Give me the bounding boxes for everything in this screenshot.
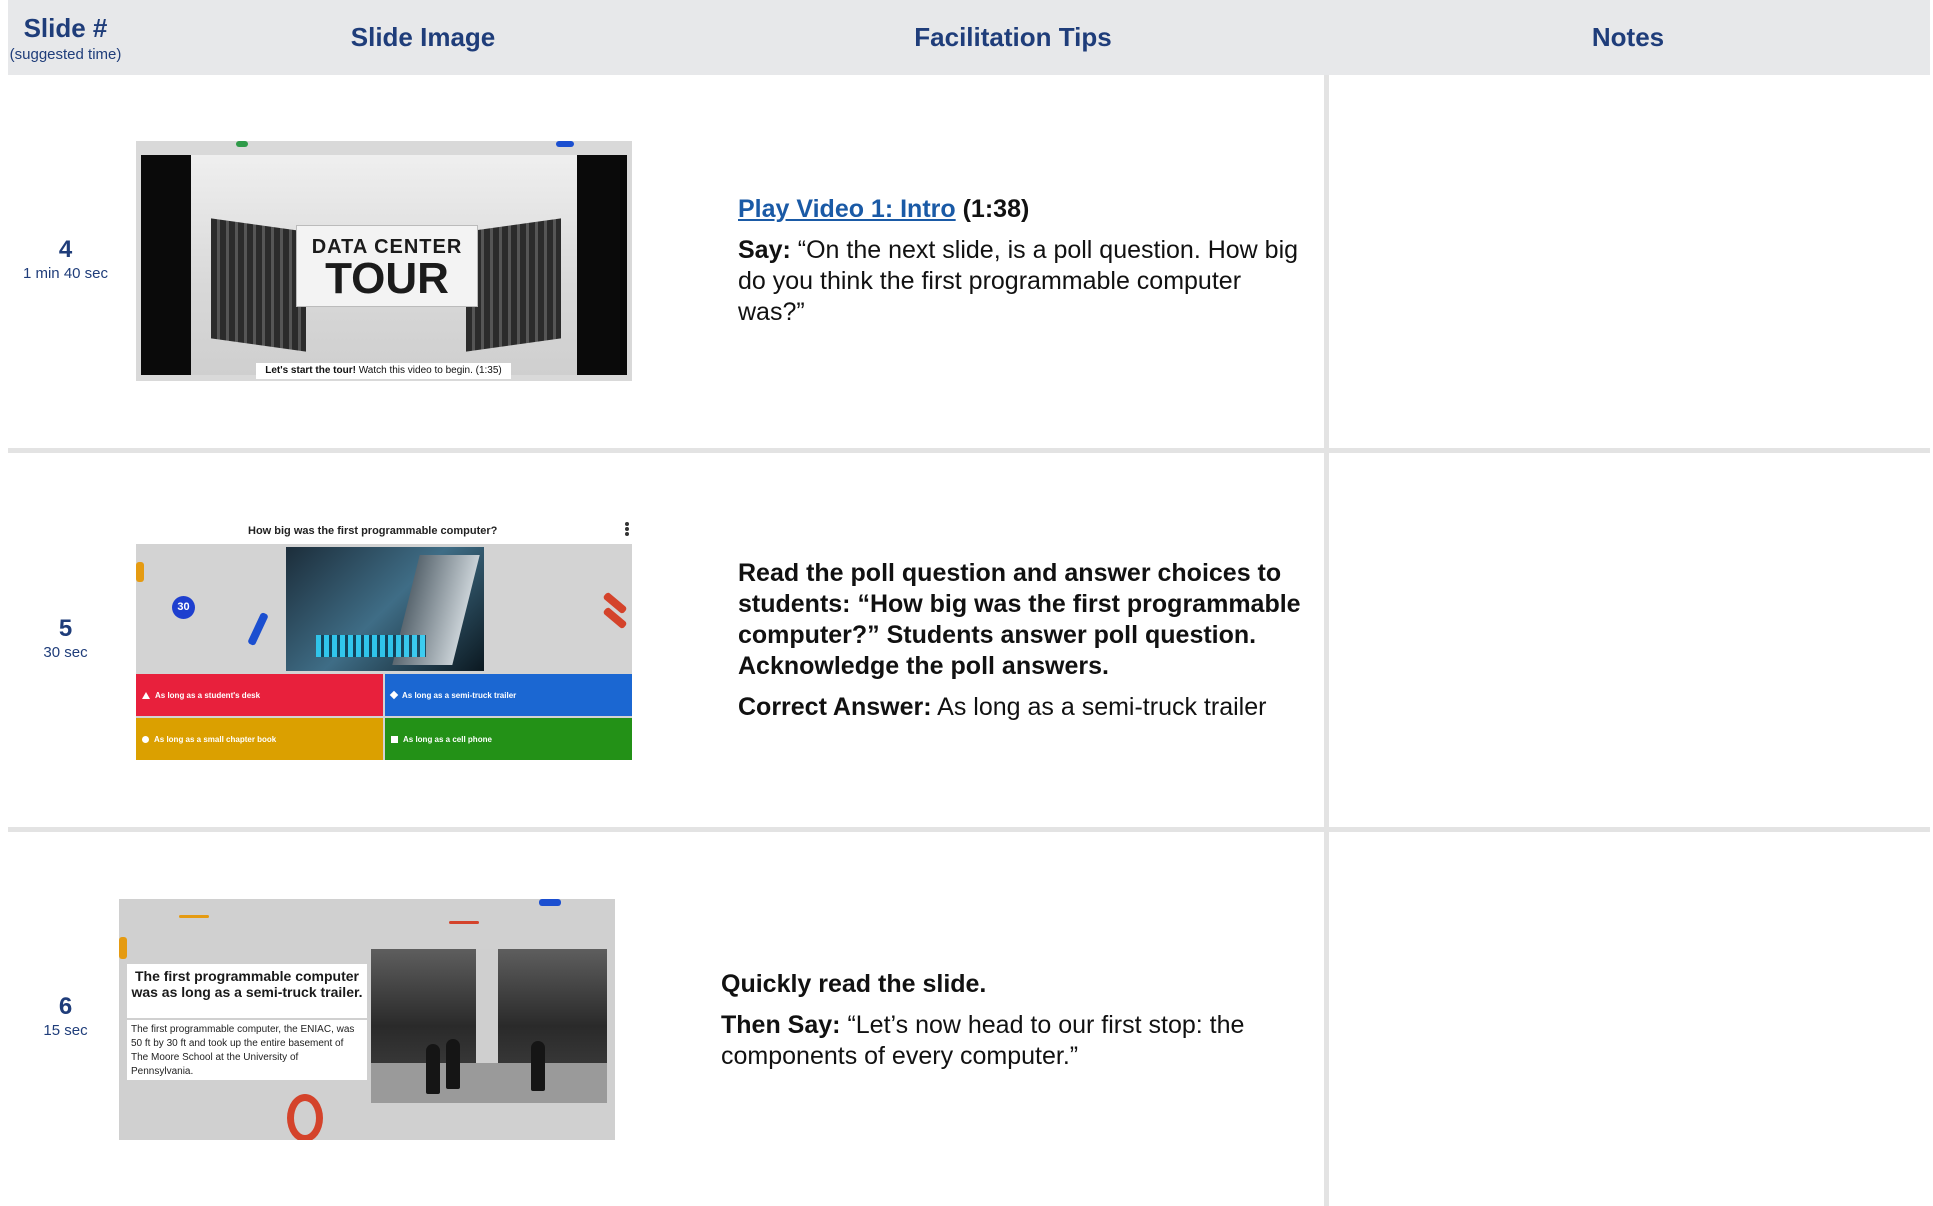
slide-number-cell: 5 30 sec bbox=[8, 615, 123, 663]
instruction-text: Quickly read the slide. bbox=[721, 970, 987, 998]
server-rack-right bbox=[466, 218, 561, 352]
slide-body-text: The first programmable computer, the ENI… bbox=[127, 1020, 367, 1080]
slide-heading: The first programmable computer was as l… bbox=[127, 964, 367, 1018]
row-divider bbox=[8, 448, 1930, 453]
facilitation-tips: Play Video 1: Intro (1:38) Say: “On the … bbox=[738, 194, 1308, 338]
title-sign: DATA CENTER TOUR bbox=[296, 225, 478, 307]
header-suggested-time: (suggested time) bbox=[9, 45, 122, 63]
slide-number: 4 bbox=[58, 236, 73, 263]
correct-answer-text: As long as a semi-truck trailer bbox=[937, 693, 1267, 721]
slide-thumbnail[interactable]: DATA CENTER TOUR Let's start the tour! W… bbox=[136, 141, 632, 381]
poll-question: How big was the first programmable compu… bbox=[248, 525, 498, 537]
answer-text: As long as a student's desk bbox=[155, 690, 261, 700]
answer-option[interactable]: As long as a student's desk bbox=[136, 674, 383, 716]
circle-icon bbox=[142, 735, 149, 743]
answer-text: As long as a semi-truck trailer bbox=[402, 690, 517, 700]
row-divider bbox=[8, 827, 1930, 832]
slide-time: 15 sec bbox=[43, 1022, 88, 1039]
menu-dots-icon bbox=[624, 521, 630, 537]
laptop-photo bbox=[286, 547, 484, 671]
answer-text: As long as a small chapter book bbox=[154, 734, 277, 744]
square-icon bbox=[391, 735, 398, 743]
video-caption: Let's start the tour! Watch this video t… bbox=[256, 363, 511, 379]
video-duration: (1:38) bbox=[962, 195, 1030, 223]
header-slide-number: Slide # (suggested time) bbox=[8, 0, 123, 75]
letterbox-left bbox=[141, 155, 191, 375]
triangle-icon bbox=[142, 691, 150, 699]
header-facilitation-tips: Facilitation Tips bbox=[914, 22, 1112, 52]
slide-title-big: TOUR bbox=[325, 254, 449, 303]
correct-answer-label: Correct Answer: bbox=[738, 693, 932, 721]
say-label: Say: bbox=[738, 236, 791, 264]
say-label: Then Say: bbox=[721, 1011, 841, 1039]
facilitation-tips: Quickly read the slide. Then Say: “Let’s… bbox=[721, 969, 1301, 1082]
poll-timer: 30 bbox=[172, 596, 195, 619]
answer-option[interactable]: As long as a small chapter book bbox=[136, 718, 383, 760]
answer-text: As long as a cell phone bbox=[403, 734, 492, 744]
answer-option[interactable]: As long as a cell phone bbox=[385, 718, 632, 760]
video-scene: DATA CENTER TOUR bbox=[191, 155, 581, 375]
server-rack-left bbox=[211, 218, 306, 352]
slide-thumbnail[interactable]: The first programmable computer was as l… bbox=[119, 899, 615, 1140]
header-slide-number-label: Slide # bbox=[23, 12, 108, 43]
caption-text: Watch this video to begin. (1:35) bbox=[358, 365, 502, 376]
letterbox-right bbox=[577, 155, 627, 375]
answer-option[interactable]: As long as a semi-truck trailer bbox=[385, 674, 632, 716]
slide-time: 30 sec bbox=[43, 644, 88, 661]
diamond-icon bbox=[389, 690, 399, 700]
play-video-link[interactable]: Play Video 1: Intro bbox=[738, 195, 956, 223]
slide-number-cell: 6 15 sec bbox=[8, 993, 123, 1041]
column-divider bbox=[1324, 75, 1329, 1206]
slide-time: 1 min 40 sec bbox=[22, 265, 109, 282]
header-notes: Notes bbox=[1591, 22, 1665, 52]
slide-thumbnail[interactable]: 30 As long as a student's desk As long a… bbox=[136, 544, 632, 760]
slide-number-cell: 4 1 min 40 sec bbox=[8, 236, 123, 284]
facilitation-tips: Read the poll question and answer choice… bbox=[738, 558, 1318, 733]
instruction-text: Read the poll question and answer choice… bbox=[738, 559, 1301, 680]
slide-number: 5 bbox=[58, 615, 73, 642]
slide-number: 6 bbox=[58, 993, 73, 1020]
caption-bold: Let's start the tour! bbox=[265, 365, 356, 376]
eniac-photo bbox=[371, 949, 607, 1103]
say-text: “On the next slide, is a poll question. … bbox=[738, 236, 1299, 326]
header-slide-image: Slide Image bbox=[350, 22, 496, 52]
